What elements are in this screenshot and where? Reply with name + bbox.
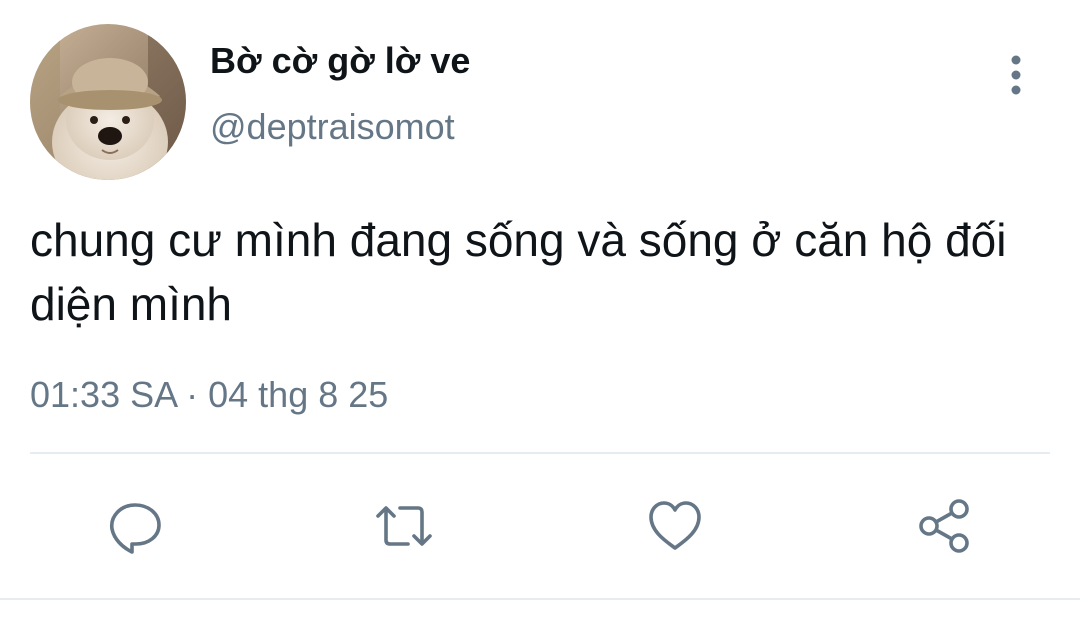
divider-bottom xyxy=(0,598,1080,600)
more-vertical-icon xyxy=(1011,55,1021,95)
like-button[interactable] xyxy=(643,494,707,558)
avatar-image xyxy=(30,24,186,180)
reply-button[interactable] xyxy=(103,494,167,558)
share-icon xyxy=(919,499,969,553)
more-options-button[interactable] xyxy=(996,52,1036,98)
user-handle[interactable]: @deptraisomot xyxy=(210,106,455,148)
tweet-text: chung cư mình đang sống và sống ở căn hộ… xyxy=(30,214,1007,330)
display-name[interactable]: Bờ cờ gờ lờ ve xyxy=(210,40,470,82)
divider xyxy=(30,452,1050,454)
share-button[interactable] xyxy=(913,494,977,558)
reply-icon xyxy=(110,503,161,554)
tweet-detail: Bờ cờ gờ lờ ve @deptraisomot chung cư mì… xyxy=(0,0,1080,618)
retweet-button[interactable] xyxy=(372,494,436,558)
tweet-timestamp[interactable]: 01:33 SA · 04 thg 8 25 xyxy=(30,374,388,416)
retweet-icon xyxy=(376,506,432,546)
avatar[interactable] xyxy=(30,24,186,180)
heart-icon xyxy=(649,501,701,550)
